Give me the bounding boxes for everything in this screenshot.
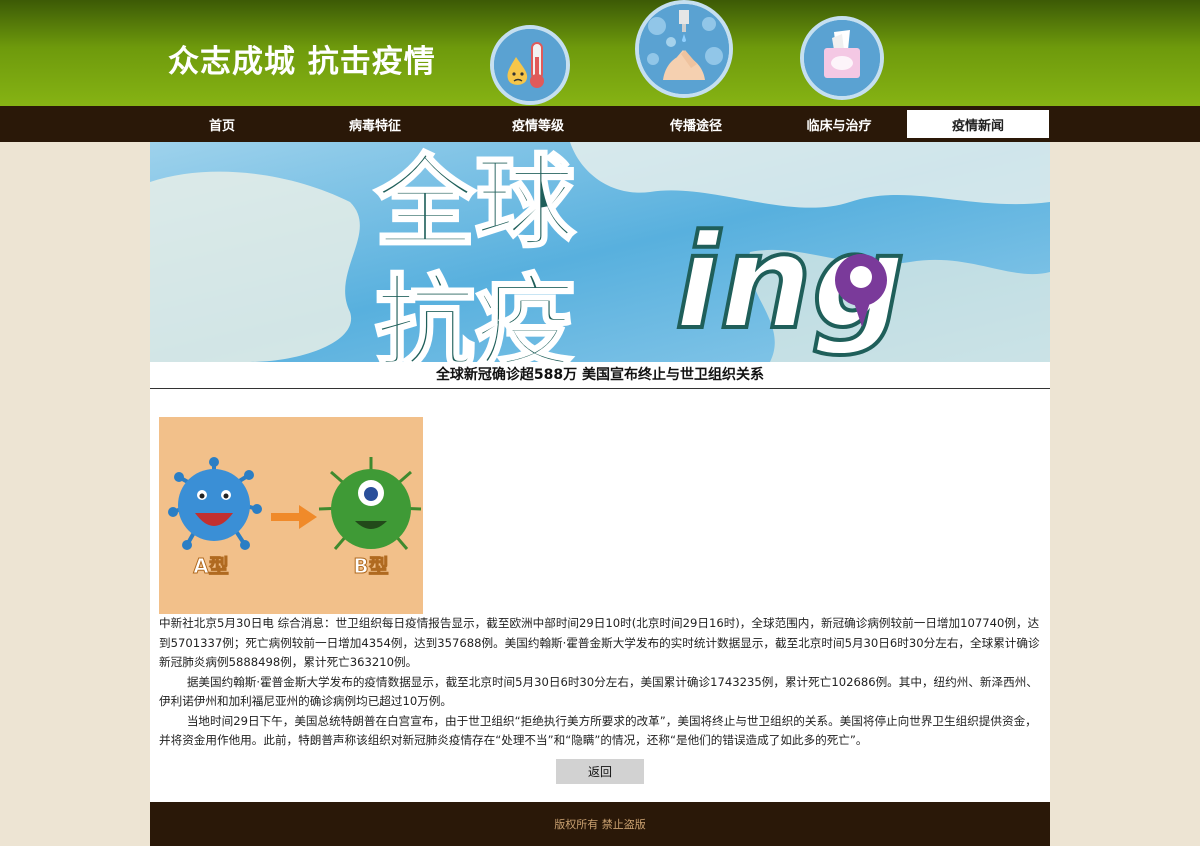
nav-item-epidemic-news[interactable]: 疫情新闻 — [907, 110, 1049, 138]
news-article: 中新社北京5月30日电 综合消息：世卫组织每日疫情报告显示，截至欧洲中部时间29… — [159, 614, 1045, 751]
site-footer: 版权所有 禁止盗版 — [150, 802, 1050, 846]
back-button[interactable]: 返回 — [556, 759, 644, 784]
banner-line2: 抗疫 — [375, 264, 575, 362]
image-label-a: A型 — [193, 554, 228, 578]
nav-item-virus-features[interactable]: 病毒特征 — [304, 110, 446, 138]
site-header: 众志成城 抗击疫情 — [0, 0, 1200, 106]
article-paragraph: 据美国约翰斯·霍普金斯大学发布的疫情数据显示，截至北京时间5月30日6时30分左… — [159, 674, 1038, 709]
nav-item-clinical-treatment[interactable]: 临床与治疗 — [768, 110, 910, 138]
hand-washing-icon — [635, 0, 733, 98]
nav-item-epidemic-level[interactable]: 疫情等级 — [467, 110, 609, 138]
image-label-b: B型 — [353, 554, 388, 578]
nav-item-home[interactable]: 首页 — [151, 110, 293, 138]
banner-line1: 全球 — [374, 144, 576, 261]
global-fight-banner: 全球 抗疫 ing — [150, 142, 1050, 362]
site-title: 众志成城 抗击疫情 — [168, 44, 436, 80]
main-content: 全球 抗疫 ing 全球新冠确诊超588万 美国宣布终止与世卫组织关系 A型 B… — [150, 142, 1050, 802]
article-paragraph: 当地时间29日下午，美国总统特朗普在白宫宣布，由于世卫组织“拒绝执行美方所要求的… — [159, 713, 1037, 748]
main-nav: 首页 病毒特征 疫情等级 传播途径 临床与治疗 疫情新闻 — [0, 106, 1200, 142]
article-paragraph: 中新社北京5月30日电 综合消息：世卫组织每日疫情报告显示，截至欧洲中部时间29… — [159, 616, 1040, 669]
news-title: 全球新冠确诊超588万 美国宣布终止与世卫组织关系 — [150, 362, 1050, 389]
copyright-text: 版权所有 禁止盗版 — [554, 818, 646, 831]
nav-item-transmission[interactable]: 传播途径 — [625, 110, 767, 138]
thermometer-face-icon — [490, 25, 570, 105]
tissue-box-icon — [800, 16, 884, 100]
virus-mutation-image: A型 B型 — [159, 417, 423, 614]
